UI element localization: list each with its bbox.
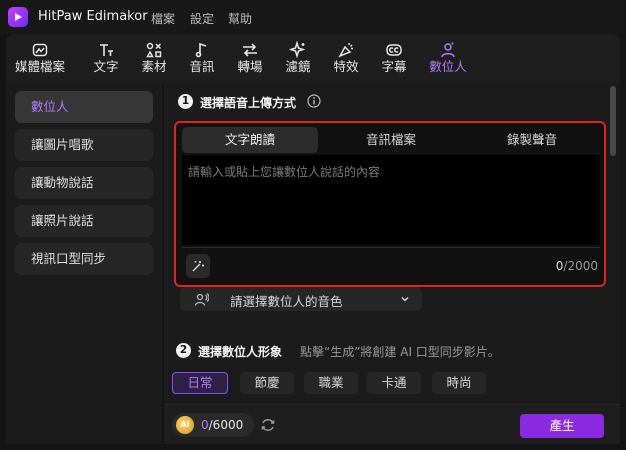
tool-media[interactable]: 媒體檔案: [14, 38, 66, 80]
caption-icon: [368, 38, 420, 60]
tool-filter[interactable]: 濾鏡: [272, 38, 324, 80]
category-chip-daily[interactable]: 日常: [172, 372, 228, 394]
menu-file[interactable]: 檔案: [151, 10, 175, 27]
tool-digital-human-label: 數位人: [429, 59, 467, 74]
tool-audio[interactable]: 音訊: [176, 38, 228, 80]
media-icon: [14, 38, 66, 60]
app-logo-icon: [8, 7, 28, 27]
char-counter: 0/2000: [556, 259, 598, 273]
category-chip-cartoon[interactable]: 卡通: [367, 372, 421, 394]
tool-caption-label: 字幕: [381, 59, 407, 74]
tool-text-label: 文字: [93, 59, 119, 74]
tool-audio-label: 音訊: [189, 59, 215, 74]
tool-assets[interactable]: 素材: [128, 38, 180, 80]
text-icon: [80, 38, 132, 60]
category-chip-professional[interactable]: 職業: [304, 372, 358, 394]
step2-title: 選擇數位人形象: [198, 345, 283, 359]
tool-caption[interactable]: 字幕: [368, 38, 420, 80]
voice-selector[interactable]: 請選擇數位人的音色: [180, 287, 422, 311]
refresh-icon[interactable]: [260, 417, 276, 433]
voice-selector-label: 請選擇數位人的音色: [230, 294, 343, 309]
category-chip-fashion[interactable]: 時尚: [432, 372, 486, 394]
credits-count: 0/6000: [201, 418, 243, 432]
tab-text-to-speech[interactable]: 文字朗讀: [182, 127, 318, 153]
voice-person-icon: [194, 293, 209, 306]
tool-digital-human[interactable]: 數位人: [422, 38, 474, 80]
step2-badge: 2: [176, 343, 191, 358]
tool-transition[interactable]: 轉場: [224, 38, 276, 80]
tool-effects[interactable]: 特效: [320, 38, 372, 80]
credits-max: /6000: [208, 418, 244, 432]
scrollbar[interactable]: [610, 86, 616, 156]
step2-hint: 點擊“生成”將創建 AI 口型同步影片。: [300, 345, 500, 359]
sidebar-item-photo-talk[interactable]: 讓照片說話: [15, 205, 153, 237]
main-panel: 1 選擇語音上傳方式 文字朗讀 音訊檔案 錄製聲音 0/2000 請選擇數位人的…: [164, 82, 620, 444]
assets-icon: [128, 38, 180, 60]
tool-transition-label: 轉場: [237, 59, 263, 74]
voice-source-tabs: 文字朗讀 音訊檔案 錄製聲音: [182, 127, 600, 153]
char-count-max: /2000: [563, 259, 598, 273]
step1-badge: 1: [178, 94, 193, 109]
ai-coin-icon: AI: [176, 416, 194, 434]
speech-text-input[interactable]: [182, 155, 600, 245]
tool-filter-label: 濾鏡: [285, 59, 311, 74]
app-title: HitPaw Edimakor: [38, 9, 148, 24]
title-bar: HitPaw Edimakor 檔案 設定 幫助: [0, 0, 626, 34]
effects-icon: [320, 38, 372, 60]
sidebar-item-animal-talk[interactable]: 讓動物說話: [15, 167, 153, 199]
step1-title: 選擇語音上傳方式: [200, 96, 297, 110]
digital-human-icon: [422, 38, 474, 60]
chevron-down-icon: [401, 296, 409, 302]
transition-icon: [224, 38, 276, 60]
menu-help[interactable]: 幫助: [228, 10, 252, 27]
sidebar-item-lip-sync[interactable]: 視訊口型同步: [15, 243, 153, 275]
tab-record-voice[interactable]: 錄製聲音: [464, 127, 600, 153]
sparkle-icon: [272, 38, 324, 60]
main-toolbar: 媒體檔案 文字 素材 音訊 轉場 濾鏡 特效 字幕 數位人: [6, 34, 620, 82]
magic-wand-icon: [192, 261, 204, 272]
divider: [182, 247, 600, 248]
tool-assets-label: 素材: [141, 59, 167, 74]
ai-write-button[interactable]: [186, 254, 210, 278]
voice-upload-box: 文字朗讀 音訊檔案 錄製聲音 0/2000: [174, 121, 606, 287]
generate-button[interactable]: 產生: [520, 414, 604, 438]
info-icon[interactable]: [307, 94, 321, 108]
credits-badge: AI 0/6000: [172, 413, 254, 437]
tool-text[interactable]: 文字: [80, 38, 132, 80]
tool-media-label: 媒體檔案: [14, 59, 65, 74]
sidebar-item-photo-sing[interactable]: 讓圖片唱歌: [15, 129, 153, 161]
music-note-icon: [176, 38, 228, 60]
bottom-bar: AI 0/6000 產生: [164, 404, 620, 444]
category-chip-festival[interactable]: 節慶: [240, 372, 294, 394]
tool-effects-label: 特效: [333, 59, 359, 74]
sidebar: 數位人 讓圖片唱歌 讓動物說話 讓照片說話 視訊口型同步: [6, 82, 162, 444]
tab-audio-file[interactable]: 音訊檔案: [323, 127, 459, 153]
menu-settings[interactable]: 設定: [190, 10, 214, 27]
sidebar-item-digital-human[interactable]: 數位人: [15, 91, 153, 123]
credits-current: 0: [201, 418, 209, 432]
